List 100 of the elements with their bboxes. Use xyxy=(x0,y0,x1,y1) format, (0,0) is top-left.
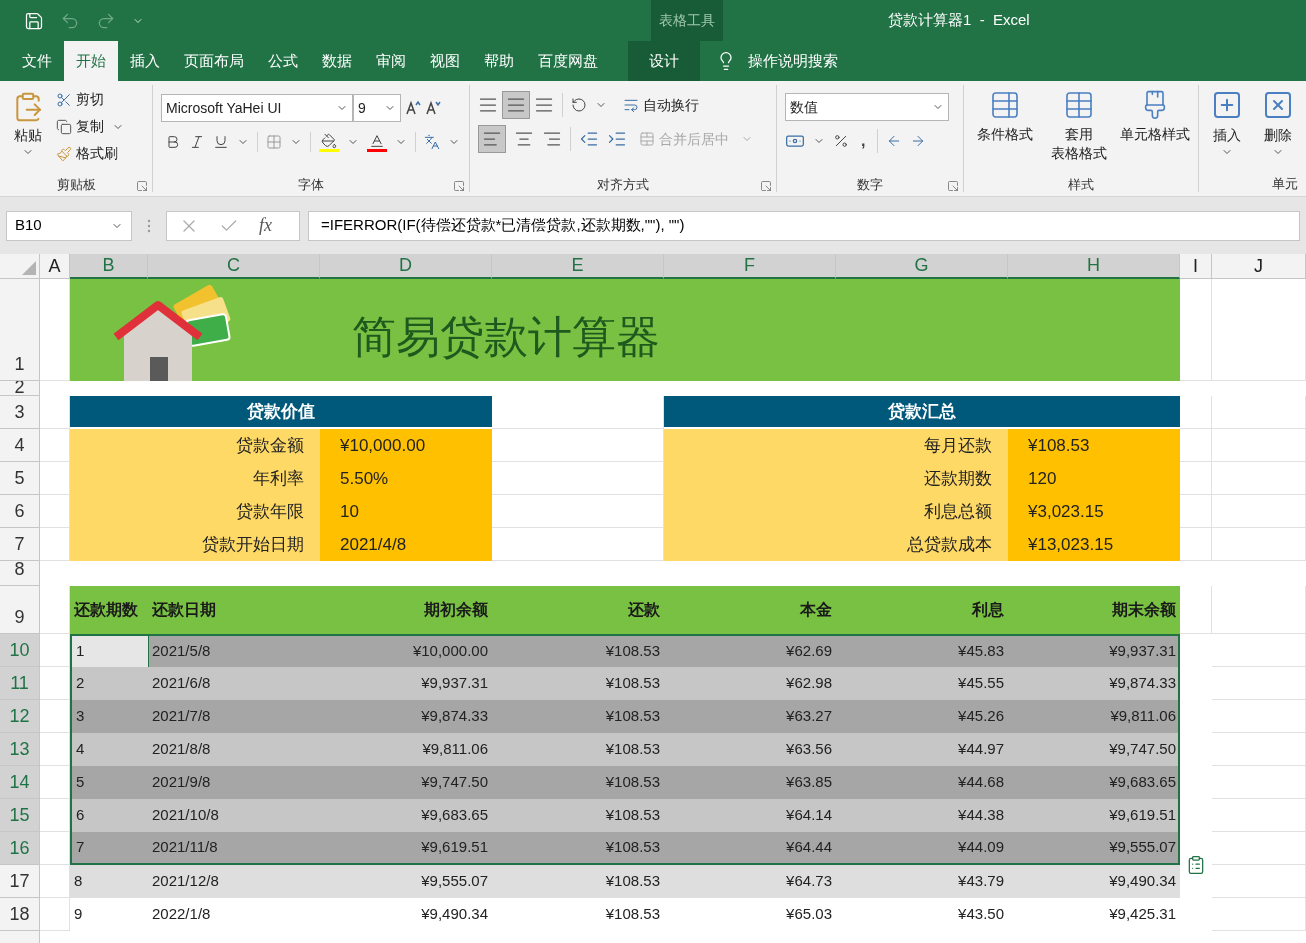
empty-cell[interactable] xyxy=(1180,586,1212,634)
row-header[interactable]: 3 xyxy=(0,396,40,429)
select-all-icon[interactable] xyxy=(22,261,36,275)
row-header[interactable]: 16 xyxy=(0,832,40,865)
column-heading: 期末余额 xyxy=(1111,600,1177,620)
column-header[interactable]: D xyxy=(320,254,492,279)
dialog-launcher-icon[interactable] xyxy=(760,180,772,192)
empty-cell[interactable] xyxy=(1212,898,1306,931)
row-header[interactable]: 5 xyxy=(0,462,40,495)
comma-style-button[interactable]: , xyxy=(857,129,870,153)
column-header[interactable]: E xyxy=(492,254,664,279)
table-cell-text: 2021/12/8 xyxy=(151,871,220,892)
style-button[interactable]: 单元格样式 xyxy=(1120,89,1190,174)
table-cell-text: 2 xyxy=(75,673,86,694)
wrap-text-button[interactable]: 自动换行 xyxy=(623,94,699,116)
splitter-handle-icon[interactable] xyxy=(147,218,151,233)
save-icon[interactable] xyxy=(24,10,44,31)
align-left-button[interactable] xyxy=(478,125,506,153)
tell-me-search[interactable]: 操作说明搜索 xyxy=(716,41,838,81)
label-cell: 贷款开始日期 xyxy=(70,528,320,561)
percent-icon[interactable] xyxy=(833,133,849,149)
insert-cells-button[interactable]: 插入 xyxy=(1210,89,1243,146)
delete-cells-button[interactable]: 删除 xyxy=(1262,89,1295,146)
row-header[interactable]: 12 xyxy=(0,700,40,733)
value-cell: ¥13,023.15 xyxy=(1008,528,1180,561)
phonetic-icon[interactable] xyxy=(424,134,440,150)
style-button[interactable]: 条件格式 xyxy=(972,89,1038,174)
italic-icon[interactable] xyxy=(189,134,205,150)
row-header[interactable]: 14 xyxy=(0,766,40,799)
style-button[interactable]: 套用 表格格式 xyxy=(1046,89,1112,174)
row-header[interactable]: 13 xyxy=(0,733,40,766)
dialog-launcher-icon[interactable] xyxy=(453,180,465,192)
empty-cell[interactable] xyxy=(1212,865,1306,898)
align-middle-button[interactable] xyxy=(502,91,530,119)
column-header[interactable]: F xyxy=(664,254,836,279)
row-header[interactable]: 9 xyxy=(0,586,40,634)
increase-font-icon[interactable] xyxy=(405,100,421,116)
ribbon-tab[interactable]: 公式 xyxy=(256,41,310,81)
column-header[interactable]: H xyxy=(1008,254,1180,279)
ribbon-tab[interactable]: 百度网盘 xyxy=(526,41,610,81)
ribbon-tab[interactable]: 视图 xyxy=(418,41,472,81)
label-cell: 还款期数 xyxy=(664,462,1008,495)
empty-cell[interactable] xyxy=(1212,700,1306,733)
table-cell-text: ¥108.53 xyxy=(604,904,661,925)
empty-cell[interactable] xyxy=(1212,766,1306,799)
font-color-icon[interactable] xyxy=(367,132,387,152)
row-header[interactable]: 15 xyxy=(0,799,40,832)
column-header[interactable]: G xyxy=(836,254,1008,279)
column-header[interactable]: B xyxy=(70,254,148,279)
empty-cell[interactable] xyxy=(1212,634,1306,667)
fill-color-icon[interactable] xyxy=(319,132,339,152)
row-header[interactable]: 11 xyxy=(0,667,40,700)
ribbon-tab[interactable]: 设计 xyxy=(628,41,700,81)
formula-field[interactable]: =IFERROR(IF(待偿还贷款*已清偿贷款,还款期数,""), "") xyxy=(308,210,1300,241)
column-header[interactable]: C xyxy=(148,254,320,279)
table-cell-text: ¥44.38 xyxy=(957,805,1005,826)
row-header[interactable]: 1 xyxy=(0,279,40,381)
decrease-font-icon[interactable] xyxy=(425,100,441,116)
table-cell-text: ¥108.53 xyxy=(604,871,661,892)
row-header[interactable]: 2 xyxy=(0,381,40,396)
insert-function-button[interactable]: fx xyxy=(259,212,272,239)
table-cell-text: ¥44.97 xyxy=(957,739,1005,760)
name-box[interactable]: B10 xyxy=(6,210,132,241)
row-header[interactable]: 6 xyxy=(0,495,40,528)
ribbon-tab[interactable]: 开始 xyxy=(64,41,118,81)
format-painter-button[interactable]: 格式刷 xyxy=(56,143,124,164)
row-header[interactable]: 18 xyxy=(0,898,40,931)
copy-button[interactable]: 复制 xyxy=(56,116,104,137)
quick-analysis-icon[interactable] xyxy=(1186,855,1206,875)
empty-cell[interactable] xyxy=(1212,279,1306,381)
borders-icon[interactable] xyxy=(266,134,282,150)
orientation-icon[interactable] xyxy=(571,97,587,113)
ribbon-tab[interactable]: 数据 xyxy=(310,41,364,81)
empty-cell[interactable] xyxy=(1180,279,1212,381)
paste-button[interactable]: 粘贴 xyxy=(8,85,48,174)
ribbon-tab[interactable]: 页面布局 xyxy=(172,41,256,81)
ribbon-tab[interactable]: 审阅 xyxy=(364,41,418,81)
column-heading: 利息 xyxy=(970,600,1005,620)
row-header[interactable]: 17 xyxy=(0,865,40,898)
empty-cell[interactable] xyxy=(1212,667,1306,700)
bold-icon[interactable] xyxy=(165,134,181,150)
row-header[interactable]: 8 xyxy=(0,561,40,586)
empty-cell[interactable] xyxy=(1212,799,1306,832)
empty-cell[interactable] xyxy=(40,279,70,381)
empty-cell[interactable] xyxy=(1212,733,1306,766)
font-size-dropdown[interactable]: 9 xyxy=(353,94,401,122)
ribbon-tab[interactable]: 文件 xyxy=(10,41,64,81)
font-name-dropdown[interactable]: Microsoft YaHei UI xyxy=(161,94,353,122)
row-header[interactable]: 4 xyxy=(0,429,40,462)
ribbon-tab[interactable]: 插入 xyxy=(118,41,172,81)
number-format-dropdown[interactable]: 数值 xyxy=(785,93,949,121)
cut-button[interactable]: 剪切 xyxy=(56,89,124,110)
dialog-launcher-icon[interactable] xyxy=(136,180,148,192)
dialog-launcher-icon[interactable] xyxy=(947,180,959,192)
conditional-format-icon xyxy=(989,89,1021,121)
row-header[interactable]: 10 xyxy=(0,634,40,667)
underline-icon[interactable] xyxy=(213,134,229,150)
row-header[interactable]: 7 xyxy=(0,528,40,561)
label-cell: 每月还款 xyxy=(664,429,1008,462)
ribbon-tab[interactable]: 帮助 xyxy=(472,41,526,81)
